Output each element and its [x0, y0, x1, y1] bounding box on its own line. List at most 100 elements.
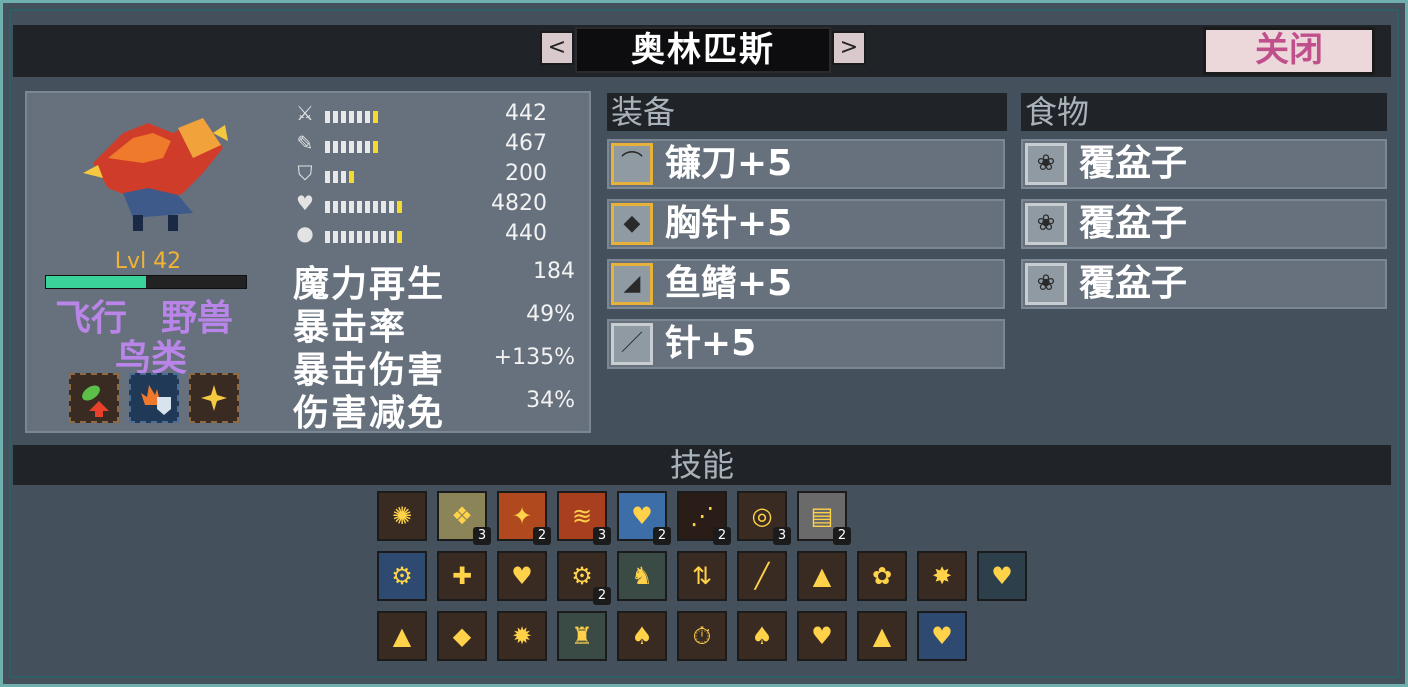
equipment-header: 装备	[607, 93, 1007, 131]
creature-portrait	[83, 118, 228, 231]
stat-bar-segment	[341, 111, 346, 123]
fire-shield-icon	[141, 385, 171, 415]
fire-sparkle-skill[interactable]: ✸	[917, 551, 967, 601]
phoenix-icon: ✹	[511, 622, 533, 650]
stat-value: 4820	[491, 191, 547, 216]
raspberry-icon: ❀	[1025, 203, 1067, 245]
ability-slot-1[interactable]	[69, 373, 119, 423]
skill-level-badge: 3	[473, 527, 491, 545]
stat-bar-segment	[341, 231, 346, 243]
stat-bar-segment	[365, 201, 370, 213]
feathers-skill[interactable]: ❖ 3	[437, 491, 491, 545]
raspberry-icon: ❀	[1025, 263, 1067, 305]
ability-slot-2[interactable]	[129, 373, 179, 423]
heart-shield-skill[interactable]: ♥ 2	[617, 491, 671, 545]
cog-shield-skill[interactable]: ⚙	[377, 551, 427, 601]
stat-bar-segment	[373, 141, 378, 153]
meteor-skill[interactable]: ⋰ 2	[677, 491, 731, 545]
gear-skill[interactable]: ⚙ 2	[557, 551, 611, 605]
stat-row: ✎ 467	[293, 131, 551, 157]
skill-level-badge: 2	[833, 527, 851, 545]
stat-bar-segment	[333, 171, 338, 183]
creature-info-window: < 奥林匹斯 > 关闭 Lvl 42 飞行 野兽 鸟类 装备 食物 技能 ⚔ 4…	[0, 0, 1408, 687]
timer-potion-skill[interactable]: ⏱	[677, 611, 727, 661]
purple-heart-skill[interactable]: ♥	[497, 551, 547, 601]
equipment-slot[interactable]: ／ 针+5	[607, 319, 1005, 369]
fire-up-skill[interactable]: ▲	[797, 551, 847, 601]
flame-skill[interactable]: ▲	[377, 611, 427, 661]
phoenix-skill[interactable]: ✹	[497, 611, 547, 661]
food-slot[interactable]: ❀ 覆盆子	[1021, 199, 1387, 249]
next-creature-button[interactable]: >	[832, 31, 866, 65]
stat-bar-segment	[365, 111, 370, 123]
fire-heart-icon: ♥	[811, 622, 833, 650]
fire-slash-skill[interactable]: ✦ 2	[497, 491, 551, 545]
stat-bar-segment	[389, 201, 394, 213]
stat-bar	[325, 138, 381, 153]
health-bar-fill	[46, 276, 146, 288]
stat-bar-segment	[373, 111, 378, 123]
burst-icon: ✺	[391, 502, 413, 530]
mana-up-icon: ✚	[451, 562, 473, 590]
triple-slash-skill[interactable]: ≋ 3	[557, 491, 611, 545]
target-burst-skill[interactable]: ◎ 3	[737, 491, 791, 545]
equipment-label: 鱼鳍+5	[665, 263, 793, 304]
food-label: 覆盆子	[1079, 263, 1188, 304]
equipment-slot[interactable]: ◆ 胸针+5	[607, 199, 1005, 249]
statue-icon: ♜	[571, 622, 593, 650]
cog-shield-icon: ⚙	[391, 562, 413, 590]
fire-sparkle-icon: ✸	[931, 562, 953, 590]
heart-icon: ♥	[296, 191, 314, 215]
secondary-stat-row: 魔力再生 184	[293, 255, 575, 305]
shield-icon: ⛉	[297, 161, 313, 185]
knight-skill[interactable]: ♞	[617, 551, 667, 601]
teal-heart-icon: ♥	[991, 562, 1013, 590]
purple-flame-icon: ◆	[452, 622, 472, 650]
stripes-skill[interactable]: ▤ 2	[797, 491, 851, 545]
teal-heart-skill[interactable]: ♥	[977, 551, 1027, 601]
stat-value: 200	[505, 161, 547, 186]
red-blade-icon: ╱	[754, 562, 770, 590]
stat-bar	[325, 228, 405, 243]
close-button[interactable]: 关闭	[1203, 27, 1375, 75]
stat-bar-segment	[325, 231, 330, 243]
skill-level-badge: 2	[533, 527, 551, 545]
stat-bar-segment	[325, 171, 330, 183]
stat-bar-segment	[333, 201, 338, 213]
purple-flame-skill[interactable]: ◆	[437, 611, 487, 661]
stat-bar-segment	[381, 201, 386, 213]
raspberry-icon: ❀	[1025, 143, 1067, 185]
equipment-slot[interactable]: ⌒ 镰刀+5	[607, 139, 1005, 189]
grey-bat-skill[interactable]: ♠	[737, 611, 787, 661]
swap-arrows-skill[interactable]: ⇅	[677, 551, 727, 601]
secondary-stat-row: 暴击伤害 +135%	[293, 341, 575, 391]
secondary-stat-label: 伤害减免	[293, 393, 446, 434]
stat-bar-segment	[357, 231, 362, 243]
food-slot[interactable]: ❀ 覆盆子	[1021, 139, 1387, 189]
stat-bar-segment	[349, 171, 354, 183]
equipment-slot[interactable]: ◢ 鱼鳍+5	[607, 259, 1005, 309]
stat-bar-segment	[365, 141, 370, 153]
red-blade-skill[interactable]: ╱	[737, 551, 787, 601]
ability-slot-3[interactable]	[189, 373, 239, 423]
stat-bar	[325, 168, 357, 183]
fire-heart-skill[interactable]: ♥	[797, 611, 847, 661]
stat-bar-segment	[397, 231, 402, 243]
stat-bar-segment	[357, 111, 362, 123]
orange-bat-skill[interactable]: ♠	[617, 611, 667, 661]
burst-skill[interactable]: ✺	[377, 491, 427, 541]
mushroom-potion-skill[interactable]: ▲	[857, 611, 907, 661]
wand-icon: ✎	[296, 131, 314, 155]
fire-up-icon: ▲	[812, 562, 832, 590]
mana-up-skill[interactable]: ✚	[437, 551, 487, 601]
food-label: 覆盆子	[1079, 203, 1188, 244]
previous-creature-button[interactable]: <	[540, 31, 574, 65]
food-slot[interactable]: ❀ 覆盆子	[1021, 259, 1387, 309]
stat-bar-segment	[389, 231, 394, 243]
skill-level-badge: 2	[593, 587, 611, 605]
stat-value: 442	[505, 101, 547, 126]
statue-skill[interactable]: ♜	[557, 611, 607, 661]
secondary-stat-value: 34%	[526, 388, 575, 413]
paw-skill[interactable]: ✿	[857, 551, 907, 601]
blue-hearts-skill[interactable]: ♥	[917, 611, 967, 661]
